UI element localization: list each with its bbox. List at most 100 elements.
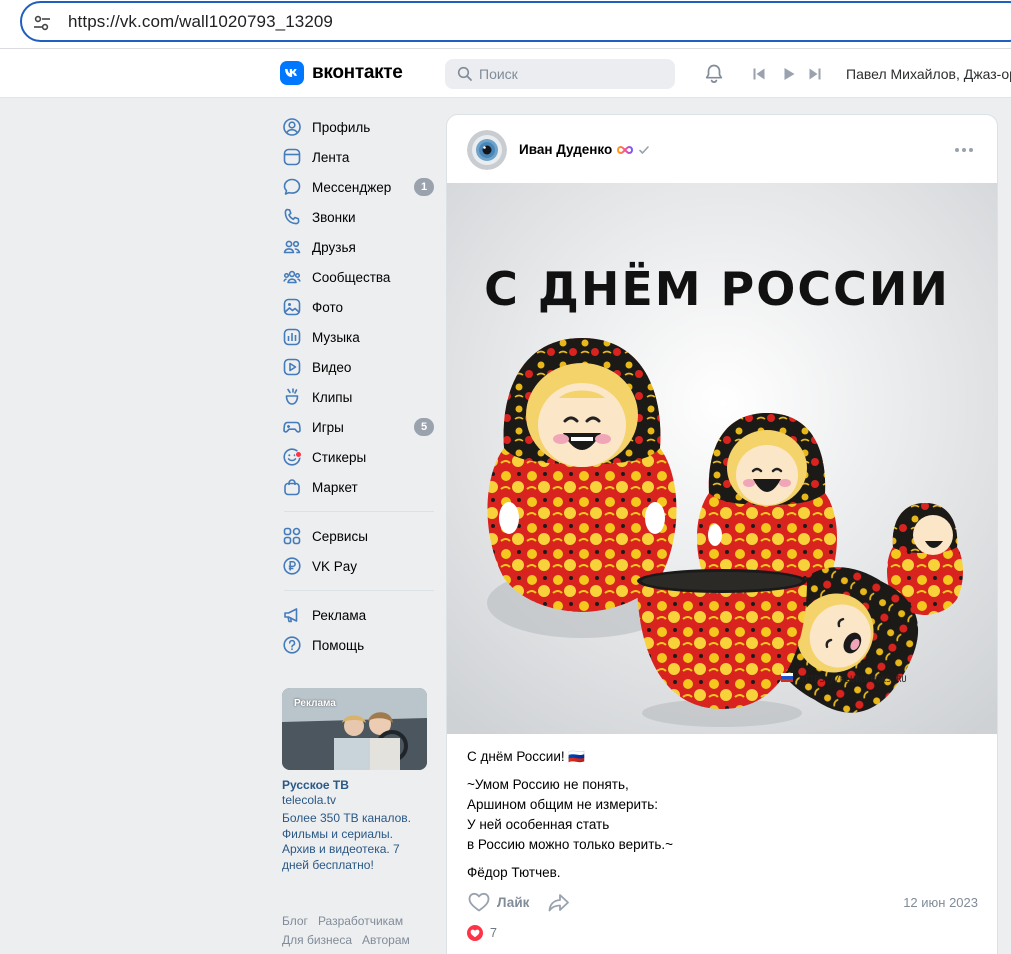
search-icon xyxy=(457,66,472,81)
bell-icon[interactable] xyxy=(703,63,725,85)
poem-line: ~Умом Россию не понять, xyxy=(467,777,629,792)
play-icon[interactable] xyxy=(782,67,796,81)
nav-label: Звонки xyxy=(312,209,356,225)
nav-item-games[interactable]: Игры 5 xyxy=(282,412,434,442)
ad-text[interactable]: Более 350 ТВ каналов. Фильмы и сериалы. … xyxy=(282,811,428,873)
post-image[interactable]: С ДНЁМ РОССИИ HTTPS://KLUBDEMOKS.RU xyxy=(447,183,998,734)
photo-icon xyxy=(282,297,302,317)
post-author[interactable]: Иван Дуденко xyxy=(519,142,650,157)
nav-item-market[interactable]: Маркет xyxy=(282,472,434,502)
nav-label: Музыка xyxy=(312,329,360,345)
post-text: С днём России! 🇷🇺 ~Умом Россию не понять… xyxy=(467,747,977,891)
vk-header: вконтакте Павел Михайлов, Джаз-оркестр xyxy=(0,49,1011,98)
nav-item-ads[interactable]: Реклама xyxy=(282,600,434,630)
nav-label: VK Pay xyxy=(312,558,358,574)
music-icon xyxy=(282,327,302,347)
services-icon xyxy=(282,526,302,546)
sidebar-ad[interactable]: Реклама Русское ТВ telecola.tv Более 350… xyxy=(282,688,428,873)
post-signature: Фёдор Тютчев. xyxy=(467,865,561,880)
footer-link-blog[interactable]: Блог xyxy=(282,914,308,928)
image-watermark-text: HTTPS://KLUBDEMOKS.RU xyxy=(799,675,906,685)
vk-logo-icon xyxy=(280,61,304,85)
nav-label: Стикеры xyxy=(312,449,367,465)
vkpay-icon xyxy=(282,556,302,576)
ad-title[interactable]: Русское ТВ xyxy=(282,778,428,792)
poem-line: в Россию можно только верить.~ xyxy=(467,837,674,852)
wall-post: Иван Дуденко С ДНЁМ РОССИИ HTTPS://KLUBD… xyxy=(446,114,998,954)
nav-divider xyxy=(284,511,434,512)
search-input[interactable] xyxy=(479,59,669,89)
user-icon xyxy=(282,117,302,137)
heart-outline-icon xyxy=(468,892,490,912)
unread-badge: 1 xyxy=(414,178,434,196)
ad-tag: Реклама xyxy=(294,698,336,709)
previous-track-icon[interactable] xyxy=(752,67,766,81)
nav-label: Помощь xyxy=(312,637,365,653)
nav-item-calls[interactable]: Звонки xyxy=(282,202,434,232)
nav-label: Сообщества xyxy=(312,269,391,285)
ad-domain[interactable]: telecola.tv xyxy=(282,793,428,807)
footer-link-developers[interactable]: Разработчикам xyxy=(318,914,403,928)
footer-link-business[interactable]: Для бизнеса xyxy=(282,933,352,947)
ads-icon xyxy=(282,605,302,625)
footer-links: Блог Разработчикам Для бизнеса Авторам xyxy=(282,912,432,950)
reaction-count: 7 xyxy=(490,926,497,940)
footer-link-authors[interactable]: Авторам xyxy=(362,933,410,947)
poem-line: У ней особенная стать xyxy=(467,817,610,832)
nav-label: Маркет xyxy=(312,479,358,495)
reactions-summary[interactable]: 7 xyxy=(467,925,497,941)
now-playing-track[interactable]: Павел Михайлов, Джаз-оркестр xyxy=(846,66,1011,82)
post-greeting: С днём России! 🇷🇺 xyxy=(467,749,586,764)
nav-label: Сервисы xyxy=(312,528,368,544)
nav-item-services[interactable]: Сервисы xyxy=(282,521,434,551)
post-date[interactable]: 12 июн 2023 xyxy=(903,895,978,910)
browser-toolbar: https://vk.com/wall1020793_13209 xyxy=(0,0,1011,49)
nav-label: Видео xyxy=(312,359,352,375)
site-settings-icon[interactable] xyxy=(32,13,52,33)
avatar[interactable] xyxy=(467,130,507,170)
search-box[interactable] xyxy=(445,59,675,89)
ad-image[interactable]: Реклама xyxy=(282,688,427,770)
vk-logo-text: вконтакте xyxy=(312,62,403,83)
nav-label: Реклама xyxy=(312,607,367,623)
nav-item-vkpay[interactable]: VK Pay xyxy=(282,551,434,581)
nav-item-clips[interactable]: Клипы xyxy=(282,382,434,412)
nav-label: Друзья xyxy=(312,239,356,255)
phone-icon xyxy=(282,207,302,227)
infinity-icon xyxy=(617,145,634,154)
share-icon[interactable] xyxy=(547,892,571,914)
nav-item-feed[interactable]: Лента xyxy=(282,142,434,172)
nav-item-video[interactable]: Видео xyxy=(282,352,434,382)
like-button[interactable]: Лайк xyxy=(467,891,529,913)
games-icon xyxy=(282,417,302,437)
video-icon xyxy=(282,357,302,377)
next-track-icon[interactable] xyxy=(808,67,822,81)
nav-item-messenger[interactable]: Мессенджер 1 xyxy=(282,172,434,202)
author-name[interactable]: Иван Дуденко xyxy=(519,142,612,157)
nav-item-communities[interactable]: Сообщества xyxy=(282,262,434,292)
more-options-icon[interactable] xyxy=(955,148,973,152)
nav-item-photos[interactable]: Фото xyxy=(282,292,434,322)
address-bar[interactable]: https://vk.com/wall1020793_13209 xyxy=(20,1,1011,42)
nav-item-help[interactable]: Помощь xyxy=(282,630,434,660)
nav-divider xyxy=(284,590,434,591)
url-text[interactable]: https://vk.com/wall1020793_13209 xyxy=(68,12,333,32)
image-title-text: С ДНЁМ РОССИИ xyxy=(484,262,950,316)
nav-item-profile[interactable]: Профиль xyxy=(282,112,434,142)
like-label: Лайк xyxy=(497,894,530,910)
new-stickers-dot xyxy=(295,451,302,458)
nav-item-stickers[interactable]: Стикеры xyxy=(282,442,434,472)
heart-reaction-icon xyxy=(467,925,483,941)
friends-icon xyxy=(282,237,302,257)
games-badge: 5 xyxy=(414,418,434,436)
nav-item-music[interactable]: Музыка xyxy=(282,322,434,352)
nav-label: Фото xyxy=(312,299,344,315)
communities-icon xyxy=(282,267,302,287)
help-icon xyxy=(282,635,302,655)
nav-label: Игры xyxy=(312,419,344,435)
nav-label: Профиль xyxy=(312,119,371,135)
clips-icon xyxy=(282,387,302,407)
verified-check-icon xyxy=(639,145,650,154)
vk-logo[interactable]: вконтакте xyxy=(280,61,403,85)
nav-item-friends[interactable]: Друзья xyxy=(282,232,434,262)
